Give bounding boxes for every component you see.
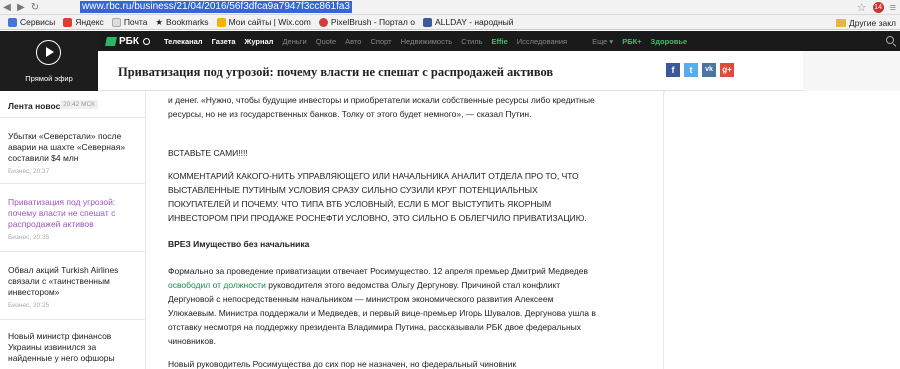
- news-item[interactable]: Новый министр финансов Украины извинился…: [8, 331, 138, 364]
- news-feed-time: 20:42 МСК: [60, 100, 98, 109]
- bookmark-label: Сервисы: [20, 17, 56, 27]
- news-item-meta: Бизнес, 20:37: [8, 168, 50, 175]
- browser-actions: ☆ 14 ≡: [857, 0, 896, 15]
- star-icon: ★: [155, 16, 164, 27]
- divider: [0, 117, 146, 118]
- header-right-area: [803, 51, 900, 91]
- bookmark-pixelbrush[interactable]: PixelBrush - Портал о: [318, 17, 415, 27]
- bookmark-label: Мои сайты | Wix.com: [228, 17, 311, 27]
- nav-auto[interactable]: Авто: [345, 37, 361, 46]
- live-label: Прямой эфир: [25, 74, 73, 83]
- article-paragraph: Формально за проведение приватизации отв…: [168, 264, 598, 348]
- logo-circle-icon: [142, 37, 150, 45]
- nav-rbc-plus[interactable]: РБК+: [622, 37, 641, 46]
- bookmark-label: ALLDAY - народный: [434, 17, 514, 27]
- yandex-icon: [63, 17, 73, 27]
- extension-badge[interactable]: 14: [872, 2, 884, 13]
- article-paragraph: ВСТАВЬТЕ САМИ!!!!: [168, 148, 248, 158]
- nav-quote[interactable]: Quote: [316, 37, 336, 46]
- nav-style[interactable]: Стиль: [461, 37, 482, 46]
- bookmark-bookmarks[interactable]: ★ Bookmarks: [155, 17, 208, 28]
- bookmark-label: Bookmarks: [166, 17, 209, 27]
- menu-icon[interactable]: ≡: [890, 2, 896, 14]
- browser-address-bar: ◀ ▶ ↻ www.rbc.ru/business/21/04/2016/56f…: [0, 0, 900, 15]
- news-item-meta: Бизнес, 20:25: [8, 302, 50, 309]
- nav-effie[interactable]: Effie: [492, 37, 508, 46]
- reload-icon[interactable]: ↻: [28, 2, 42, 13]
- url-input[interactable]: www.rbc.ru/business/21/04/2016/56f3dfca9…: [80, 1, 352, 13]
- news-item-title[interactable]: Убытки «Северстали» после аварии на шахт…: [8, 131, 138, 164]
- article-paragraph: и денег. «Нужно, чтобы будущие инвесторы…: [168, 95, 595, 119]
- article-paragraph: Новый руководитель Росимущества до сих п…: [168, 359, 517, 369]
- article-title: Приватизация под угрозой: почему власти …: [118, 65, 554, 79]
- bookmark-label: Яндекс: [75, 17, 104, 27]
- star-icon[interactable]: ☆: [857, 1, 867, 14]
- bookmark-services[interactable]: Сервисы: [8, 17, 55, 27]
- play-icon: [36, 40, 61, 65]
- folder-icon: [836, 18, 847, 27]
- article-link[interactable]: освободил от должности: [168, 280, 266, 290]
- top-navigation: РБК Телеканал Газета Журнал Деньги Quote…: [98, 31, 900, 51]
- divider: [0, 251, 146, 252]
- news-item[interactable]: Приватизация под угрозой: почему власти …: [8, 197, 138, 241]
- article-paragraph-caps: КОММЕНТАРИЙ КАКОГО-НИТЬ УПРАВЛЯЮЩЕГО ИЛИ…: [168, 171, 587, 223]
- bookmark-allday[interactable]: ALLDAY - народный: [422, 17, 514, 27]
- page-icon: [111, 17, 121, 27]
- news-item[interactable]: Обвал акций Turkish Airlines связали с «…: [8, 265, 138, 309]
- forward-icon[interactable]: ▶: [14, 2, 28, 13]
- article-title-bar: Приватизация под угрозой: почему власти …: [98, 51, 803, 91]
- logo-text: РБК: [119, 35, 139, 47]
- google-plus-icon[interactable]: g+: [720, 63, 734, 77]
- other-bookmarks[interactable]: Другие закл: [836, 15, 896, 30]
- vk-icon[interactable]: vk: [702, 63, 716, 77]
- nav-health[interactable]: Здоровье: [651, 37, 688, 46]
- divider: [0, 183, 146, 184]
- article-body: и денег. «Нужно, чтобы будущие инвесторы…: [146, 91, 664, 369]
- bookmark-wix[interactable]: Мои сайты | Wix.com: [216, 17, 311, 27]
- nav-research[interactable]: Исследования: [517, 37, 567, 46]
- nav-newspaper[interactable]: Газета: [212, 37, 236, 46]
- nav-money[interactable]: Деньги: [282, 37, 306, 46]
- bookmark-yandex[interactable]: Яндекс: [63, 17, 104, 27]
- allday-icon: [422, 17, 432, 27]
- rbc-logo-icon: [105, 36, 117, 46]
- facebook-icon[interactable]: f: [666, 63, 680, 77]
- text-part: Формально за проведение приватизации отв…: [168, 266, 588, 276]
- bookmark-label: PixelBrush - Портал о: [330, 17, 415, 27]
- nav-sport[interactable]: Спорт: [370, 37, 391, 46]
- nav-more[interactable]: Еще ▾: [592, 37, 613, 46]
- rbc-logo[interactable]: РБК: [105, 35, 150, 47]
- pixelbrush-icon: [318, 17, 328, 27]
- apps-icon: [8, 17, 17, 27]
- nav-realty[interactable]: Недвижимость: [401, 37, 453, 46]
- news-item[interactable]: Убытки «Северстали» после аварии на шахт…: [8, 131, 138, 175]
- live-broadcast[interactable]: Прямой эфир: [0, 31, 98, 91]
- news-item-title[interactable]: Приватизация под угрозой: почему власти …: [8, 197, 138, 230]
- news-item-title[interactable]: Новый министр финансов Украины извинился…: [8, 331, 138, 364]
- other-bookmarks-label: Другие закл: [849, 17, 896, 28]
- twitter-icon[interactable]: t: [684, 63, 698, 77]
- right-column: [665, 91, 900, 369]
- nav-tv[interactable]: Телеканал: [164, 37, 203, 46]
- back-icon[interactable]: ◀: [0, 2, 14, 13]
- news-item-meta: Бизнес, 20:35: [8, 234, 50, 241]
- nav-magazine[interactable]: Журнал: [245, 37, 274, 46]
- wix-icon: [216, 17, 226, 27]
- search-icon[interactable]: [886, 36, 894, 44]
- bookmarks-bar: Сервисы Яндекс Почта ★ Bookmarks Мои сайт…: [0, 15, 900, 30]
- divider: [0, 319, 146, 320]
- article-subheading: ВРЕЗ Имущество без начальника: [168, 239, 310, 249]
- news-feed: Лента новостей 20:42 МСК Убытки «Северст…: [0, 91, 146, 369]
- news-item-title[interactable]: Обвал акций Turkish Airlines связали с «…: [8, 265, 138, 298]
- bookmark-label: Почта: [123, 17, 148, 27]
- bookmark-mail[interactable]: Почта: [111, 17, 148, 27]
